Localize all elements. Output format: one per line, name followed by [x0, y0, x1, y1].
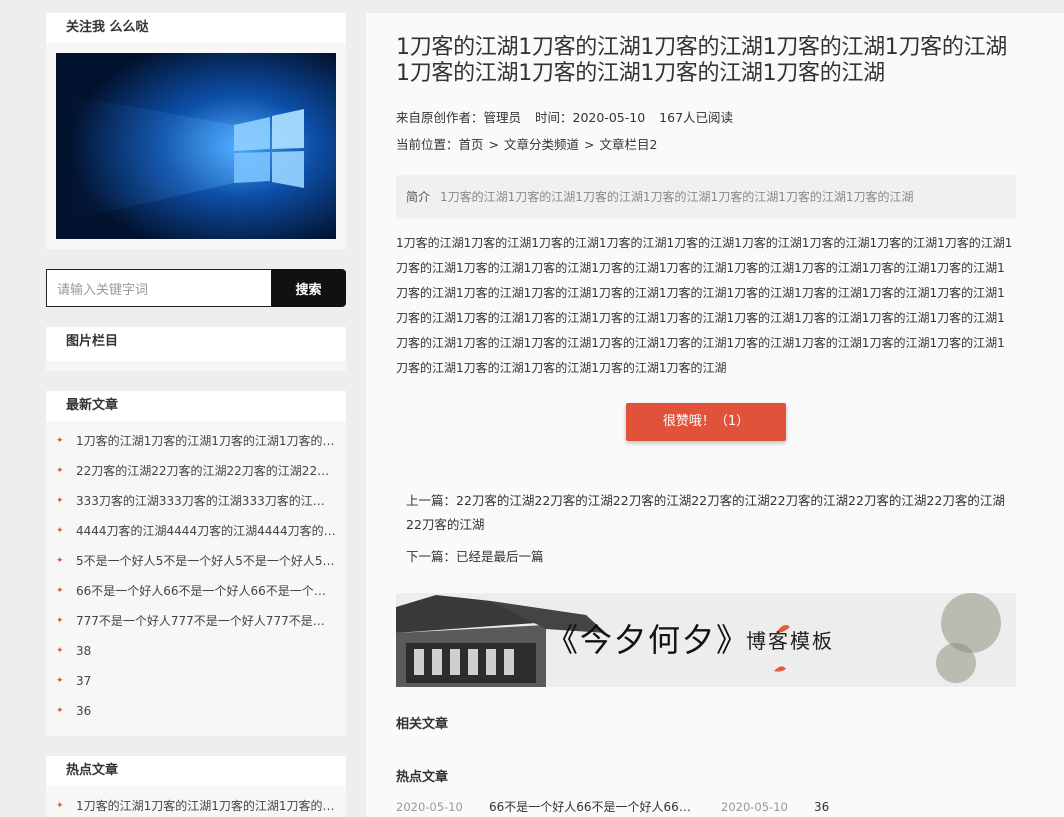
- list-item[interactable]: ✦4444刀客的江湖4444刀客的江湖4444刀客的江湖4444刀客的江湖: [46, 516, 346, 546]
- diamond-bullet-icon: ✦: [56, 466, 64, 476]
- latest-articles-list: ✦1刀客的江湖1刀客的江湖1刀客的江湖1刀客的江湖1刀客的江湖 ✦22刀客的江湖…: [46, 421, 346, 736]
- list-item[interactable]: ✦5不是一个好人5不是一个好人5不是一个好人5不是一个好人: [46, 546, 346, 576]
- summary-label: 简介: [406, 190, 431, 204]
- breadcrumb-home[interactable]: 首页: [459, 137, 484, 152]
- like-button[interactable]: 很赞哦！（1）: [626, 403, 786, 441]
- diamond-bullet-icon: ✦: [56, 801, 64, 811]
- follow-widget: 关注我 么么哒: [46, 13, 346, 249]
- follow-title: 关注我 么么哒: [46, 13, 346, 43]
- article-time: 时间：2020-05-10: [535, 110, 646, 125]
- search-button[interactable]: 搜索: [271, 269, 346, 307]
- picture-column-title: 图片栏目: [46, 327, 346, 361]
- blog-template-banner[interactable]: 《今夕何夕》 博客模板: [396, 593, 1016, 687]
- list-item[interactable]: ✦ 38: [46, 636, 346, 666]
- latest-articles-widget: 最新文章 ✦1刀客的江湖1刀客的江湖1刀客的江湖1刀客的江湖1刀客的江湖 ✦22…: [46, 391, 346, 736]
- summary-text: 1刀客的江湖1刀客的江湖1刀客的江湖1刀客的江湖1刀客的江湖1刀客的江湖1刀客的…: [440, 190, 914, 204]
- article-nav: 上一篇：22刀客的江湖22刀客的江湖22刀客的江湖22刀客的江湖22刀客的江湖2…: [396, 489, 1016, 569]
- next-article-link[interactable]: 下一篇：已经是最后一篇: [406, 545, 1006, 569]
- sidebar: 关注我 么么哒 请输入关键字词 搜索 图片栏目 最新文章 ✦ 1刀客的江湖1刀客…: [46, 13, 346, 817]
- table-row: 2020-05-10 66不是一个好人66不是一个好人66不是一个好人66不是一…: [396, 800, 830, 814]
- diamond-bullet-icon: ✦: [56, 616, 64, 626]
- article-author: 来自原创作者：管理员: [396, 110, 522, 125]
- windows-wallpaper-image: [56, 53, 336, 239]
- article-main: 1刀客的江湖1刀客的江湖1刀客的江湖1刀客的江湖1刀客的江湖1刀客的江湖1刀客的…: [366, 13, 1064, 817]
- article-summary: 简介 1刀客的江湖1刀客的江湖1刀客的江湖1刀客的江湖1刀客的江湖1刀客的江湖1刀…: [396, 175, 1016, 219]
- article-meta: 来自原创作者：管理员 时间：2020-05-10 167人已阅读: [396, 107, 1016, 126]
- related-articles-title: 相关文章: [396, 717, 449, 732]
- diamond-bullet-icon: ✦: [56, 436, 64, 446]
- hot-articles-table: 2020-05-10 66不是一个好人66不是一个好人66不是一个好人66不是一…: [396, 795, 1016, 817]
- list-item[interactable]: ✦66不是一个好人66不是一个好人66不是一个好人66不是一个好人: [46, 576, 346, 606]
- breadcrumb: 当前位置：首页 > 文章分类频道 > 文章栏目2: [396, 137, 658, 152]
- diamond-bullet-icon: ✦: [56, 676, 64, 686]
- diamond-bullet-icon: ✦: [56, 586, 64, 596]
- list-item[interactable]: ✦22刀客的江湖22刀客的江湖22刀客的江湖22刀客的江湖: [46, 456, 346, 486]
- list-item[interactable]: ✦ 37: [46, 666, 346, 696]
- banner-subtitle: 博客模板: [746, 629, 834, 653]
- search-input[interactable]: 请输入关键字词: [46, 269, 271, 307]
- search-box: 请输入关键字词 搜索: [46, 269, 346, 307]
- banner-title: 《今夕何夕》: [546, 621, 751, 659]
- list-item[interactable]: ✦ 1刀客的江湖1刀客的江湖1刀客的江湖1刀客的江湖: [46, 791, 346, 817]
- list-item[interactable]: ✦1刀客的江湖1刀客的江湖1刀客的江湖1刀客的江湖1刀客的江湖: [46, 426, 346, 456]
- diamond-bullet-icon: ✦: [56, 556, 64, 566]
- latest-articles-title: 最新文章: [46, 391, 346, 421]
- article-title: 1刀客的江湖1刀客的江湖1刀客的江湖1刀客的江湖1刀客的江湖1刀客的江湖1刀客的…: [396, 35, 1007, 86]
- hot-articles-title: 热点文章: [46, 756, 346, 786]
- hot-articles-list: ✦ 1刀客的江湖1刀客的江湖1刀客的江湖1刀客的江湖: [46, 786, 346, 817]
- diamond-bullet-icon: ✦: [56, 496, 64, 506]
- diamond-bullet-icon: ✦: [56, 706, 64, 716]
- hot-articles-heading: 热点文章: [396, 770, 449, 785]
- prev-article-link[interactable]: 上一篇：22刀客的江湖22刀客的江湖22刀客的江湖22刀客的江湖22刀客的江湖2…: [406, 489, 1006, 537]
- windows-logo-icon: [56, 53, 336, 239]
- article-body: 1刀客的江湖1刀客的江湖1刀客的江湖1刀客的江湖1刀客的江湖1刀客的江湖1刀客的…: [396, 236, 1013, 375]
- article-views: 167人已阅读: [659, 110, 734, 125]
- picture-column-widget: 图片栏目: [46, 327, 346, 371]
- list-item[interactable]: ✦333刀客的江湖333刀客的江湖333刀客的江湖333刀客的江湖: [46, 486, 346, 516]
- hot-articles-widget: 热点文章 ✦ 1刀客的江湖1刀客的江湖1刀客的江湖1刀客的江湖: [46, 756, 346, 817]
- diamond-bullet-icon: ✦: [56, 526, 64, 536]
- diamond-bullet-icon: ✦: [56, 646, 64, 656]
- list-item[interactable]: ✦ 36: [46, 696, 346, 726]
- breadcrumb-category[interactable]: 文章分类频道: [504, 137, 579, 152]
- list-item[interactable]: ✦777不是一个好人777不是一个好人777不是一个好人777不是一个好人: [46, 606, 346, 636]
- breadcrumb-column[interactable]: 文章栏目2: [600, 137, 658, 152]
